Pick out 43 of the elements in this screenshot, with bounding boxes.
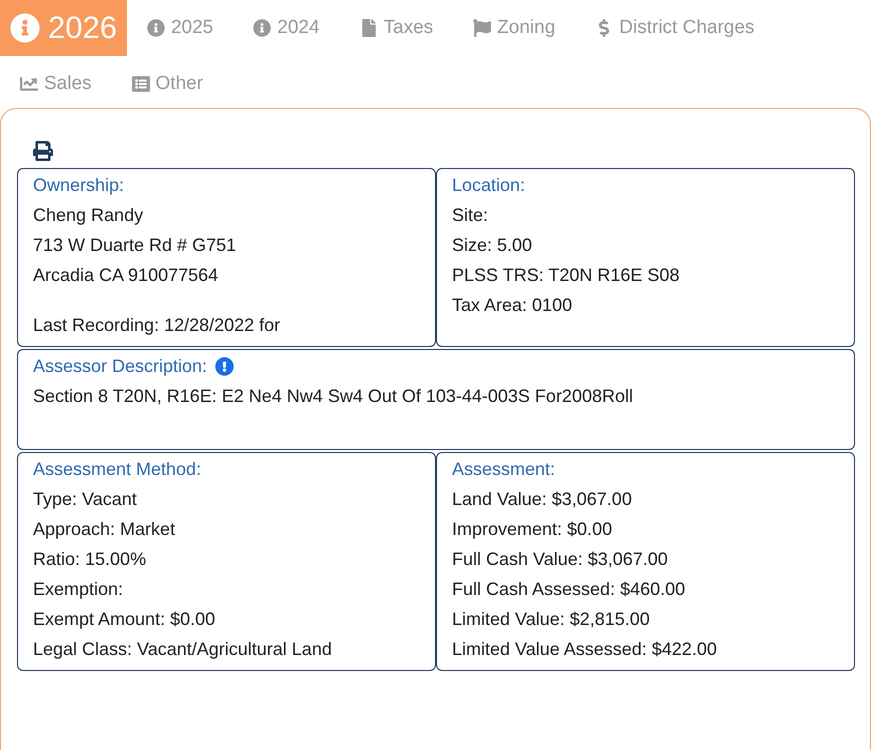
- description-text: Section 8 T20N, R16E: E2 Ne4 Nw4 Sw4 Out Of 103-44-003S For2008Roll: [33, 385, 634, 408]
- tab[interactable]: Zoning: [453, 0, 576, 56]
- info-icon: [10, 13, 40, 43]
- tab[interactable]: 2026: [0, 0, 127, 56]
- info-icon: [253, 19, 272, 37]
- field-text: Exempt Amount: $0.00: [33, 608, 216, 631]
- field-text: Ratio: 15.00%: [33, 548, 148, 571]
- tab[interactable]: Sales: [0, 56, 112, 112]
- field-text: Cheng Randy: [33, 204, 144, 227]
- field-text: Last Recording: 12/28/2022 for: [33, 314, 282, 337]
- tab[interactable]: Other: [112, 56, 224, 112]
- field-text: Approach: Market: [33, 518, 176, 541]
- tab[interactable]: 2025: [126, 0, 234, 56]
- print-icon[interactable]: [33, 141, 53, 161]
- section-title: Ownership:: [33, 174, 124, 197]
- field-text: 713 W Duarte Rd # G751: [33, 234, 238, 257]
- section-title: Assessment:: [452, 458, 556, 481]
- file-icon: [360, 19, 378, 37]
- tab[interactable]: 2024: [233, 0, 340, 56]
- section-title: Assessment Method:: [33, 458, 202, 481]
- line-chart-icon: [20, 75, 38, 93]
- field-text: Full Cash Assessed: $460.00: [452, 578, 686, 601]
- field-text: Exemption:: [33, 578, 124, 601]
- field-text: Full Cash Value: $3,067.00: [452, 548, 669, 571]
- section-title: Location:: [452, 174, 526, 197]
- field-text: Type: Vacant: [33, 488, 138, 511]
- list-icon: [132, 75, 150, 93]
- field-text: Arcadia CA 910077564: [33, 264, 220, 287]
- field-text: Limited Value: $2,815.00: [452, 608, 651, 631]
- field-text: PLSS TRS: T20N R16E S08: [452, 264, 680, 287]
- field-text: Site:: [452, 204, 490, 227]
- field-text: Legal Class: Vacant/Agricultural Land: [33, 638, 333, 661]
- field-text: Limited Value Assessed: $422.00: [452, 638, 718, 661]
- section-title: Assessor Description:: [33, 355, 208, 378]
- field-text: Improvement: $0.00: [452, 518, 614, 541]
- alert-icon[interactable]: [215, 356, 234, 376]
- info-icon: [146, 19, 165, 37]
- flag-icon: [473, 19, 492, 37]
- tab[interactable]: District Charges: [575, 0, 774, 56]
- field-text: Land Value: $3,067.00: [452, 488, 633, 511]
- field-text: Tax Area: 0100: [452, 294, 574, 317]
- tab[interactable]: Taxes: [340, 0, 454, 56]
- field-text: Size: 5.00: [452, 234, 534, 257]
